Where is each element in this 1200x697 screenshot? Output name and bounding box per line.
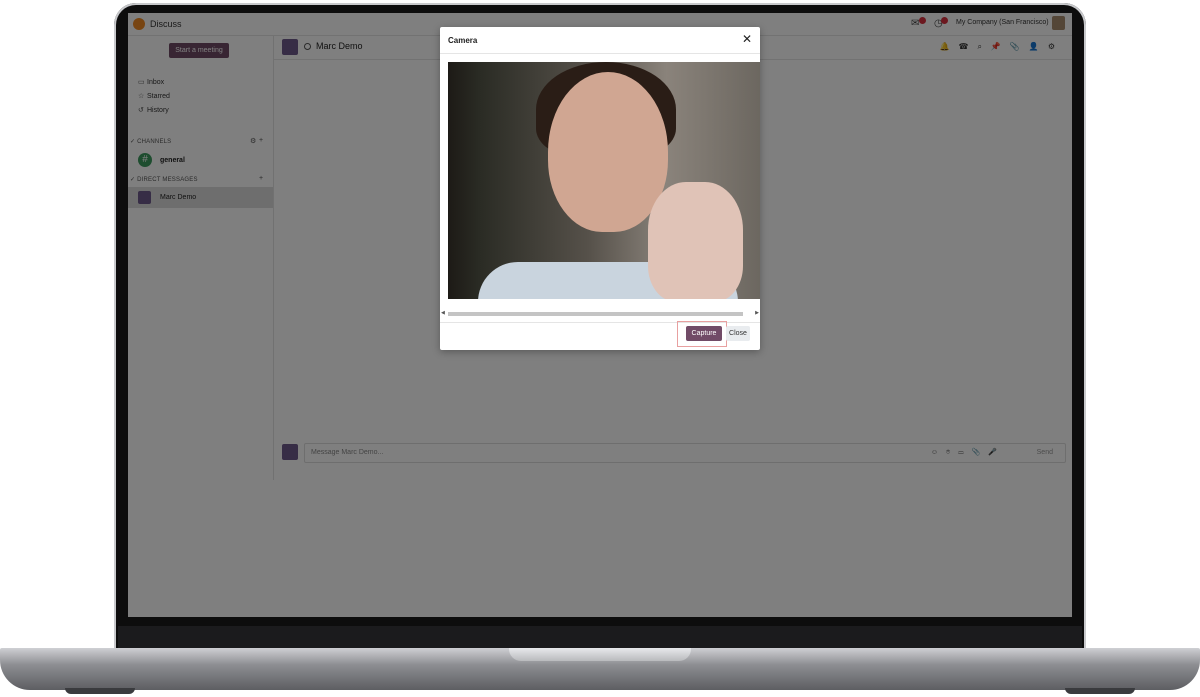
close-button[interactable]: Close	[726, 326, 750, 341]
capture-button[interactable]: Capture	[686, 326, 722, 341]
scroll-right-icon[interactable]: ▶	[755, 310, 759, 316]
laptop-foot-left	[65, 688, 135, 694]
camera-subject-hand	[648, 182, 743, 299]
divider	[440, 53, 760, 54]
camera-subject-face	[548, 72, 668, 232]
laptop-foot-right	[1065, 688, 1135, 694]
camera-dialog: Camera ✕ ◀ ▶ Capture Close	[440, 27, 760, 350]
camera-preview	[448, 62, 760, 299]
screen: Discuss ✉ ◷ My Company (San Francisco) S…	[128, 13, 1072, 617]
laptop-bezel	[118, 626, 1082, 648]
dialog-title: Camera	[448, 36, 478, 45]
scroll-left-icon[interactable]: ◀	[441, 310, 445, 316]
close-icon[interactable]: ✕	[742, 32, 752, 46]
laptop-notch	[509, 648, 691, 661]
scroll-thumb[interactable]	[448, 312, 743, 316]
horizontal-scrollbar[interactable]: ◀ ▶	[440, 310, 760, 318]
